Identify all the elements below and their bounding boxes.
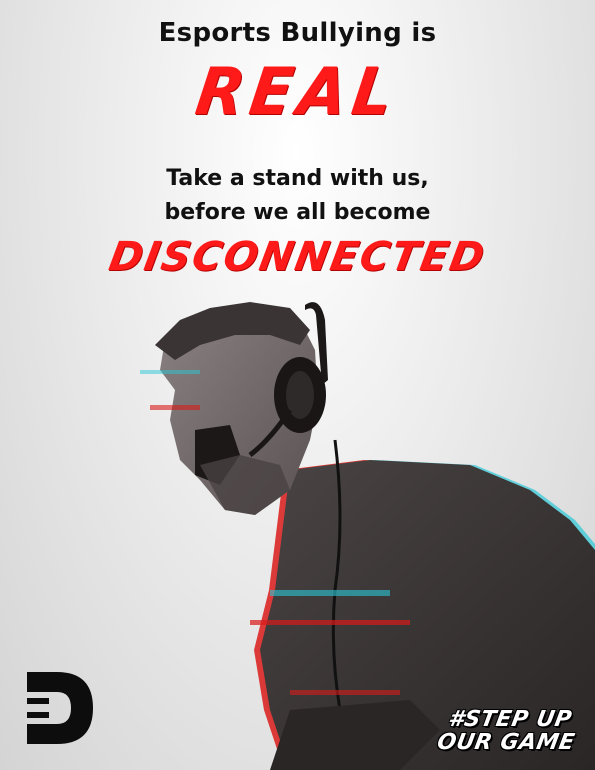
headline-real: REAL: [191, 53, 404, 130]
subhead-before-we-all-become: before we all become: [164, 200, 431, 225]
subhead-take-a-stand: Take a stand with us,: [166, 166, 429, 191]
headline-disconnected: DISCONNECTED: [105, 234, 490, 280]
hashtag-line-1: #STEP UP: [446, 707, 574, 732]
poster: Esports Bullying is REAL Take a stand wi…: [0, 0, 595, 770]
hashtag-line-2: OUR GAME: [435, 730, 577, 755]
gamer-photo: [140, 302, 595, 770]
disconnected-logo-icon: [27, 672, 93, 744]
hashtag-step-up-our-game: #STEP UP OUR GAME: [429, 707, 587, 755]
headline-esports-bullying: Esports Bullying is: [158, 18, 437, 48]
